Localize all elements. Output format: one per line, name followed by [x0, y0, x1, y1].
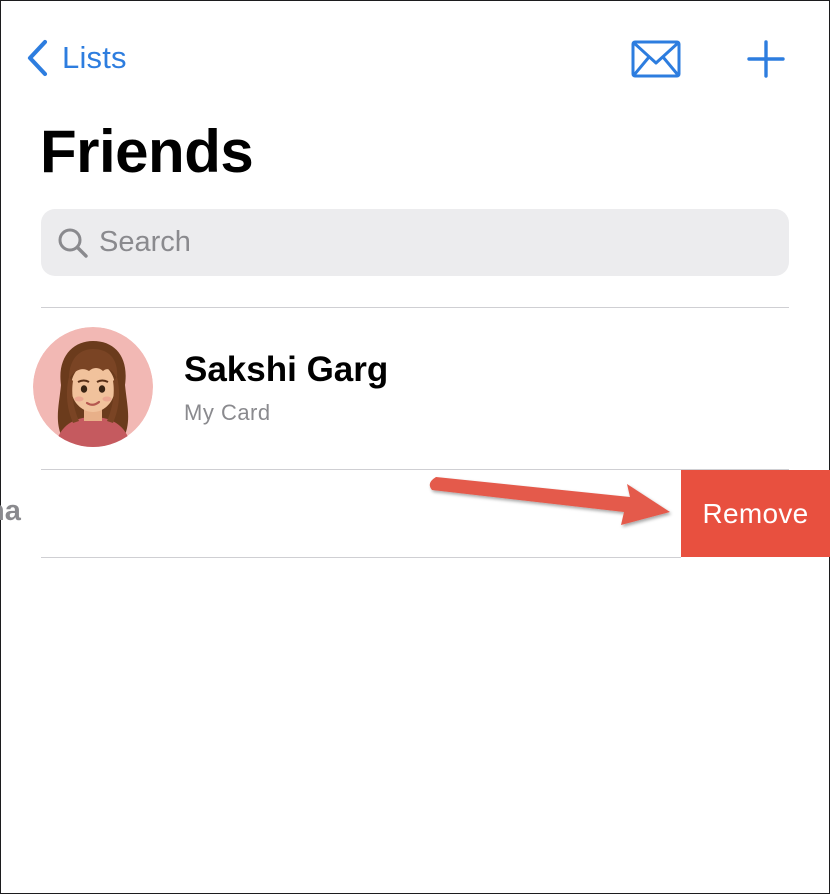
- contact-subtitle: My Card: [184, 400, 271, 425]
- search-bar[interactable]: [41, 209, 789, 276]
- chevron-left-icon: [26, 39, 48, 77]
- envelope-icon: [630, 40, 682, 83]
- contact-name-fragment: ha: [0, 495, 21, 527]
- memoji-avatar: [33, 327, 153, 447]
- contact-name: Sakshi Garg: [184, 350, 389, 389]
- plus-icon: [747, 40, 785, 82]
- mail-button[interactable]: [630, 39, 682, 79]
- swiped-contact-row[interactable]: ha Remove: [0, 470, 830, 557]
- list-divider: [41, 307, 789, 308]
- back-label: Lists: [62, 40, 127, 75]
- my-card-row[interactable]: Sakshi Garg My Card: [30, 326, 790, 450]
- back-button[interactable]: Lists: [26, 38, 127, 78]
- page-title: Friends: [40, 118, 254, 185]
- list-divider: [41, 557, 681, 558]
- add-contact-button[interactable]: [747, 40, 785, 78]
- remove-button[interactable]: Remove: [681, 470, 830, 557]
- magnifying-glass-icon: [57, 227, 89, 259]
- search-input[interactable]: [99, 226, 749, 259]
